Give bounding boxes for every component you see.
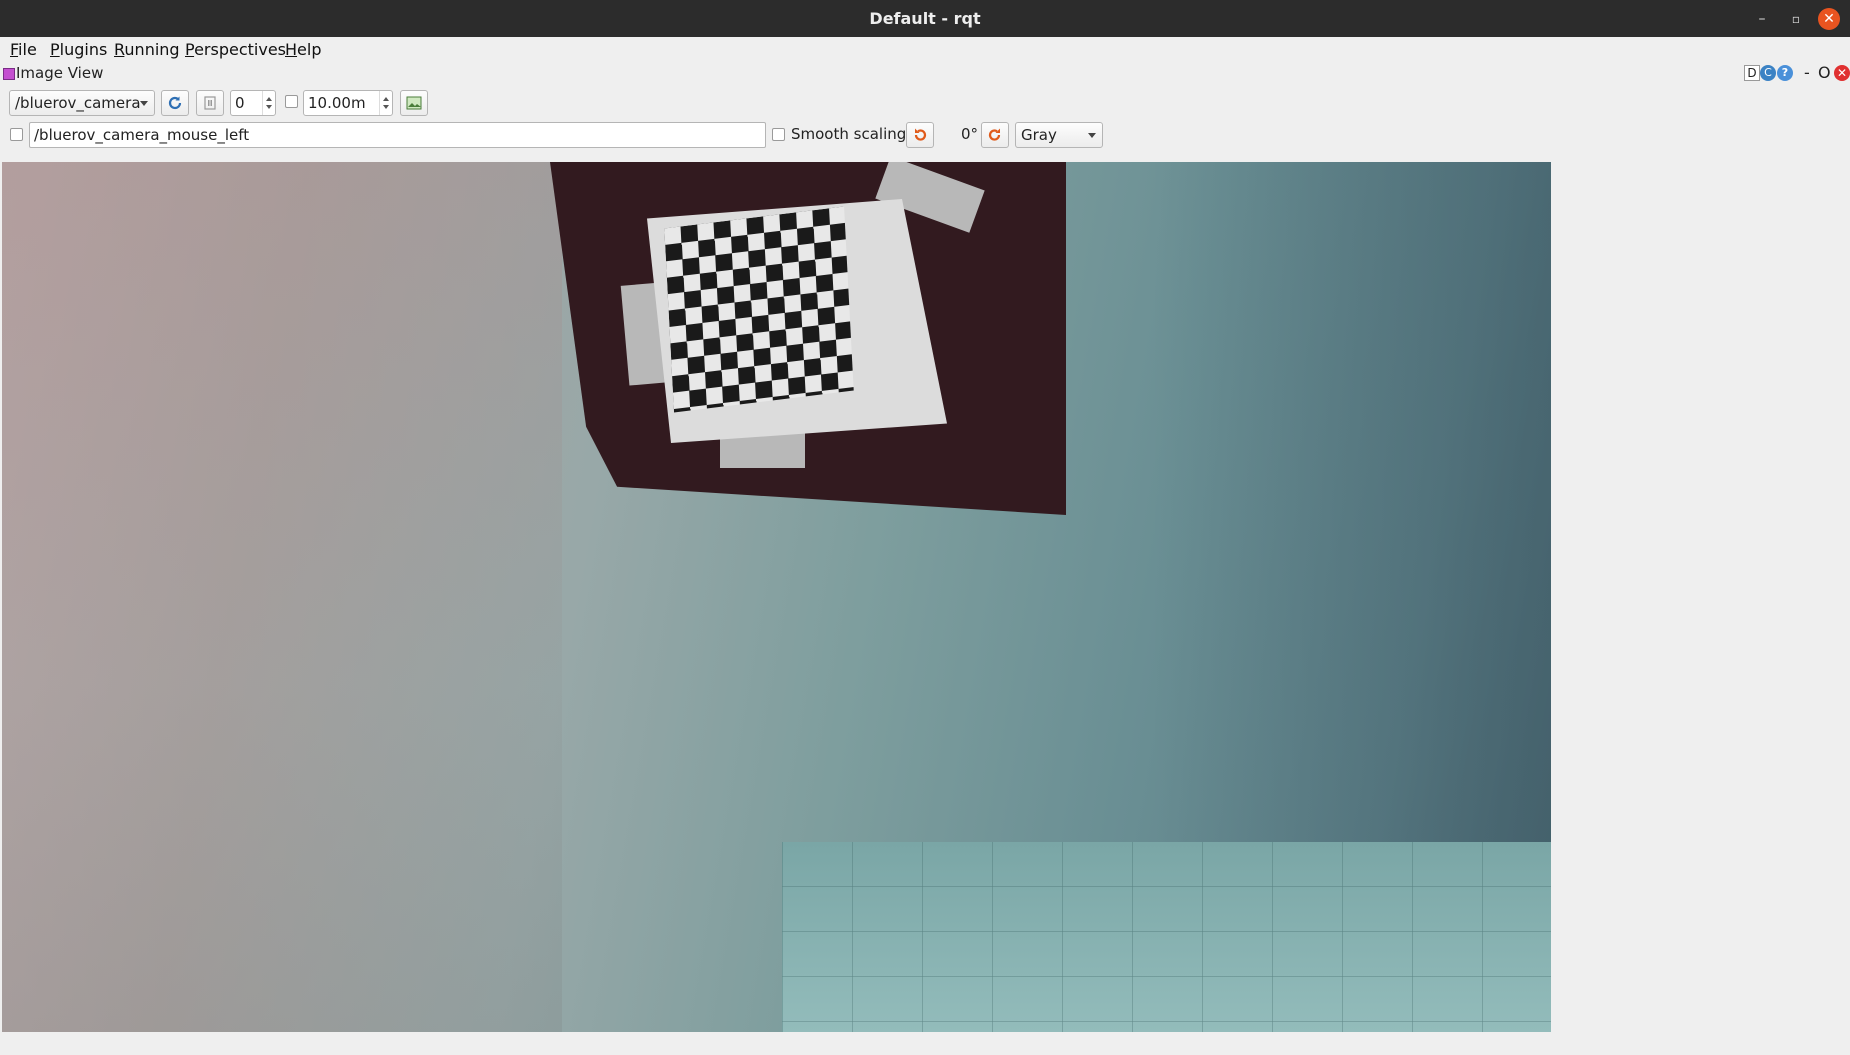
window-title: Default - rqt [869,9,981,28]
zoom-value: 0 [235,94,245,112]
rotation-label: 0° [961,125,979,143]
mouse-topic-value: /bluerov_camera_mouse_left [34,126,250,144]
rotate-left-button[interactable] [906,122,934,148]
pause-icon [204,96,216,110]
save-image-icon [406,96,422,110]
maximize-button[interactable]: ▫ [1785,8,1807,30]
close-button[interactable]: ✕ [1818,8,1840,30]
publish-click-checkbox[interactable] [10,128,23,141]
menu-file[interactable]: File [10,40,37,59]
mouse-topic-field[interactable]: /bluerov_camera_mouse_left [29,122,766,148]
chevron-down-icon [1088,133,1096,138]
help-icon[interactable]: ? [1777,65,1793,81]
colormap-select[interactable]: Gray [1015,122,1103,148]
spin-up-icon[interactable] [266,97,272,101]
dock-title: Image View [16,64,104,82]
refresh-icon [168,96,182,110]
menu-running[interactable]: Running [114,40,180,59]
pause-button[interactable] [196,90,224,116]
checkerboard-pattern [664,206,854,413]
dock-d-button[interactable]: D [1744,65,1760,81]
rotate-right-button[interactable] [981,122,1009,148]
menu-plugins[interactable]: Plugins [50,40,107,59]
save-image-button[interactable] [400,90,428,116]
dock-minimize-button[interactable]: - [1804,63,1810,82]
rotate-cw-icon [988,128,1001,141]
camera-image-view[interactable] [2,162,1551,1032]
menu-help[interactable]: Help [285,40,321,59]
topic-select[interactable]: /bluerov_camera [9,90,155,116]
spin-up-icon[interactable] [383,97,389,101]
spin-down-icon[interactable] [383,105,389,109]
image-floor-tiles [782,842,1551,1032]
zoom-spinbox[interactable]: 0 [230,90,276,116]
menu-perspectives[interactable]: Perspectives [185,40,286,59]
dynamic-range-checkbox[interactable] [285,95,298,108]
menu-bar: File Plugins Running Perspectives Help [0,37,1850,61]
title-bar: Default - rqt – ▫ ✕ [0,0,1850,37]
smooth-scaling-checkbox[interactable] [772,128,785,141]
minimize-button[interactable]: – [1751,8,1773,30]
dock-close-icon[interactable]: ✕ [1834,65,1850,81]
image-view-plugin-icon [3,68,15,80]
image-wall-right [1152,162,1551,842]
topic-select-value: /bluerov_camera [15,94,141,112]
status-bar [0,1032,1850,1055]
image-shade-left [2,162,562,1032]
refresh-topics-button[interactable] [161,90,189,116]
colormap-value: Gray [1021,126,1057,144]
smooth-scaling-label: Smooth scaling [791,125,907,143]
spin-down-icon[interactable] [266,105,272,109]
max-range-spinbox[interactable]: 10.00m [303,90,393,116]
reload-icon[interactable]: C [1760,65,1776,81]
chevron-down-icon [140,101,148,106]
rotate-ccw-icon [914,128,927,141]
max-range-value: 10.00m [308,94,366,112]
dock-float-button[interactable]: O [1818,63,1831,82]
